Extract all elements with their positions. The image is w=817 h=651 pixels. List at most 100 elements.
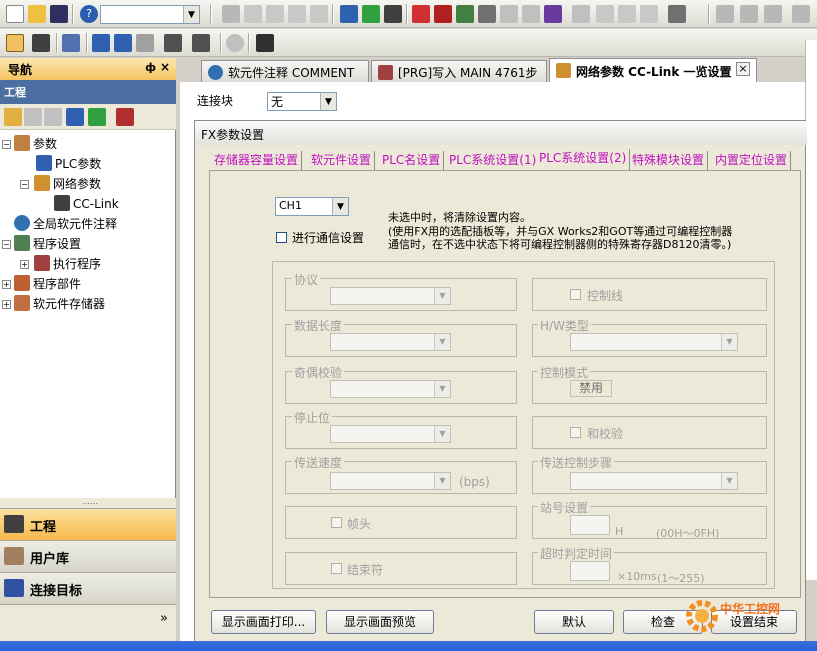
device-write-icon[interactable] bbox=[340, 5, 358, 23]
timeout-input[interactable] bbox=[570, 561, 610, 581]
cut-icon[interactable] bbox=[222, 5, 240, 23]
help-disabled-icon[interactable] bbox=[226, 34, 244, 52]
new-file-icon[interactable] bbox=[6, 5, 24, 23]
layout-icon[interactable] bbox=[792, 5, 810, 23]
tab-plc-name[interactable]: PLC名设置 bbox=[379, 151, 445, 171]
link-block-select[interactable]: 无 ▼ bbox=[267, 92, 337, 111]
verify-icon[interactable] bbox=[384, 5, 402, 23]
tab-device-comment[interactable]: 软元件注释 COMMENT bbox=[201, 60, 369, 82]
paste-data-icon[interactable] bbox=[44, 108, 62, 126]
window-icon[interactable] bbox=[62, 34, 80, 52]
align-center-icon[interactable] bbox=[740, 5, 758, 23]
tree-item-cclink[interactable]: CC-Link bbox=[54, 194, 119, 214]
dev-read-icon[interactable] bbox=[92, 34, 110, 52]
parity-select[interactable]: ▼ bbox=[330, 380, 451, 398]
trace-icon[interactable] bbox=[596, 5, 614, 23]
nav-button-connection-target[interactable]: 连接目标 bbox=[0, 572, 176, 604]
read-plc-icon[interactable] bbox=[434, 5, 452, 23]
print-screen-button[interactable]: 显示画面打印... bbox=[211, 610, 316, 634]
simulator-icon[interactable] bbox=[572, 5, 590, 23]
comm-setting-checkbox[interactable] bbox=[276, 232, 287, 243]
tab-memory-capacity[interactable]: 存储器容量设置 bbox=[211, 151, 303, 171]
monitor-icon[interactable] bbox=[456, 5, 474, 23]
expand-toggle[interactable]: + bbox=[2, 280, 11, 289]
expand-toggle[interactable]: + bbox=[2, 300, 11, 309]
close-icon[interactable]: × bbox=[160, 60, 170, 74]
sum-check-checkbox[interactable] bbox=[570, 427, 581, 438]
paste-icon[interactable] bbox=[266, 5, 284, 23]
tab-special-module[interactable]: 特殊模块设置 bbox=[629, 151, 709, 171]
preview-screen-button[interactable]: 显示画面预览 bbox=[326, 610, 434, 634]
tree-item-network-param[interactable]: 网络参数 bbox=[34, 174, 101, 194]
default-button[interactable]: 默认 bbox=[534, 610, 614, 634]
help-icon[interactable]: ? bbox=[80, 5, 98, 23]
tree-item-param[interactable]: 参数 bbox=[14, 134, 57, 154]
search-replace-icon[interactable] bbox=[192, 34, 210, 52]
channel-select[interactable]: CH1 ▼ bbox=[275, 197, 349, 216]
tab-network-param[interactable]: 网络参数 CC-Link 一览设置 × bbox=[549, 58, 757, 82]
transfer-control-select[interactable]: ▼ bbox=[570, 472, 738, 490]
binoculars-icon[interactable] bbox=[256, 34, 274, 52]
tab-plc-system-2[interactable]: PLC系统设置(2) bbox=[536, 149, 631, 171]
find-icon[interactable] bbox=[478, 5, 496, 23]
copy-icon[interactable] bbox=[244, 5, 262, 23]
station-input[interactable] bbox=[570, 515, 610, 535]
tree-item-program-setting[interactable]: 程序设置 bbox=[14, 234, 81, 254]
chevron-more-icon[interactable]: » bbox=[160, 611, 168, 626]
project-view-icon[interactable] bbox=[6, 34, 24, 52]
expand-toggle[interactable]: + bbox=[20, 260, 29, 269]
refresh-icon[interactable] bbox=[88, 108, 106, 126]
baud-rate-select[interactable]: ▼ bbox=[330, 472, 451, 490]
monitor-stop-icon[interactable] bbox=[500, 5, 518, 23]
dev-icon[interactable] bbox=[544, 5, 562, 23]
network-param-icon bbox=[34, 175, 50, 191]
protocol-select[interactable]: ▼ bbox=[330, 287, 451, 305]
collapse-toggle[interactable]: − bbox=[2, 140, 11, 149]
control-line-label: 控制线 bbox=[587, 289, 624, 303]
undo-icon[interactable] bbox=[288, 5, 306, 23]
tab-program-main[interactable]: [PRG]写入 MAIN 4761步 bbox=[371, 60, 547, 82]
header-checkbox[interactable] bbox=[331, 517, 342, 528]
device-read-icon[interactable] bbox=[362, 5, 380, 23]
tab-device-setting[interactable]: 软元件设置 bbox=[308, 151, 376, 171]
copy-data-icon[interactable] bbox=[24, 108, 42, 126]
pin-icon[interactable]: ф bbox=[145, 61, 156, 74]
new-data-icon[interactable] bbox=[4, 108, 22, 126]
station-label: 站号设置 bbox=[538, 499, 591, 516]
tree-item-exec-program[interactable]: 执行程序 bbox=[34, 254, 101, 274]
tree-item-program-parts[interactable]: 程序部件 bbox=[14, 274, 81, 294]
font-combo[interactable]: ▼ bbox=[100, 5, 200, 24]
align-right-icon[interactable] bbox=[764, 5, 782, 23]
tree-item-plc-param[interactable]: PLC参数 bbox=[36, 154, 101, 174]
tab-plc-system-1[interactable]: PLC系统设置(1) bbox=[446, 151, 541, 171]
nav-button-project[interactable]: 工程 bbox=[0, 508, 176, 540]
collapse-toggle[interactable]: − bbox=[20, 180, 29, 189]
terminator-checkbox[interactable] bbox=[331, 563, 342, 574]
watch-icon[interactable] bbox=[522, 5, 540, 23]
redo-icon[interactable] bbox=[310, 5, 328, 23]
parts-icon[interactable] bbox=[32, 34, 50, 52]
dev-verify-icon[interactable] bbox=[136, 34, 154, 52]
write-plc-icon[interactable] bbox=[412, 5, 430, 23]
stop-bit-select[interactable]: ▼ bbox=[330, 425, 451, 443]
diagnostics-icon[interactable] bbox=[640, 5, 658, 23]
hw-type-select[interactable]: ▼ bbox=[570, 333, 738, 351]
splitter-grip[interactable]: …… bbox=[70, 498, 110, 506]
tree-item-device-memory[interactable]: 软元件存储器 bbox=[14, 294, 105, 314]
control-line-checkbox[interactable] bbox=[570, 289, 581, 300]
save-icon[interactable] bbox=[50, 5, 68, 23]
properties-icon[interactable] bbox=[66, 108, 84, 126]
open-folder-icon[interactable] bbox=[28, 5, 46, 23]
dev-write-icon[interactable] bbox=[114, 34, 132, 52]
tree-item-global-comment[interactable]: 全局软元件注释 bbox=[14, 214, 117, 234]
close-tab-icon[interactable]: × bbox=[736, 62, 750, 76]
settings-menu-icon[interactable] bbox=[116, 108, 134, 126]
align-icon[interactable] bbox=[716, 5, 734, 23]
nav-button-user-library[interactable]: 用户库 bbox=[0, 540, 176, 572]
data-length-select[interactable]: ▼ bbox=[330, 333, 451, 351]
tab-positioning[interactable]: 内置定位设置 bbox=[712, 151, 792, 171]
sampling-icon[interactable] bbox=[618, 5, 636, 23]
display-icon[interactable] bbox=[668, 5, 686, 23]
collapse-toggle[interactable]: − bbox=[2, 240, 11, 249]
watch-view-icon[interactable] bbox=[164, 34, 182, 52]
